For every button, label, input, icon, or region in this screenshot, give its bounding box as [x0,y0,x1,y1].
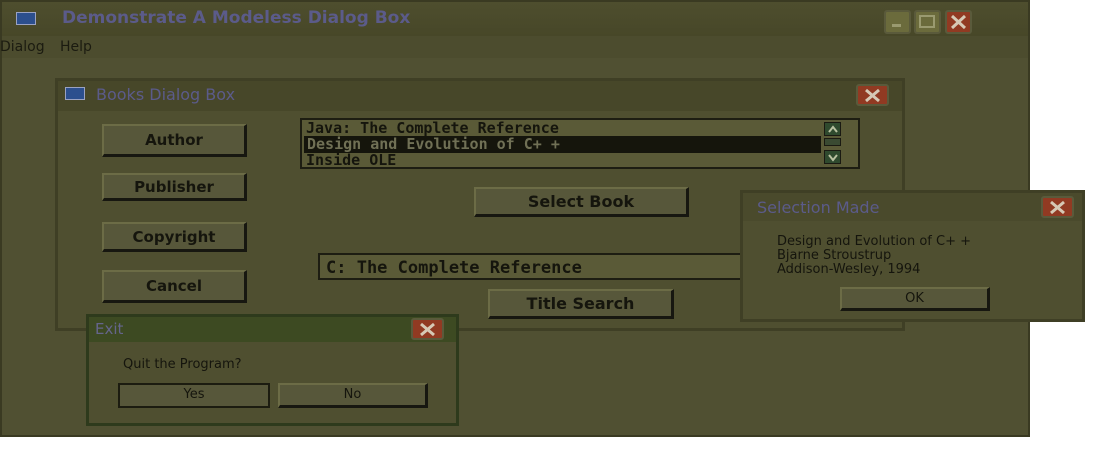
no-button[interactable]: No [278,383,428,408]
books-dialog-title-bar[interactable]: Books Dialog Box [58,81,902,111]
scrollbar-thumb[interactable] [824,138,841,146]
minimize-button[interactable] [884,10,911,34]
list-item[interactable]: Inside OLE [306,152,396,169]
select-book-button[interactable]: Select Book [474,187,689,217]
exit-dialog-title: Exit [95,320,124,338]
selection-line-publisher: Addison-Wesley, 1994 [777,262,921,277]
book-list[interactable]: Java: The Complete Reference Design and … [300,118,860,169]
yes-button[interactable]: Yes [118,383,270,408]
window-icon [16,12,36,25]
selection-dialog-title-bar[interactable]: Selection Made [743,193,1082,221]
close-icon [865,88,880,103]
copyright-button[interactable]: Copyright [102,222,247,252]
menu-dialog[interactable]: Dialog [0,39,45,55]
close-icon [420,322,435,337]
selection-line-author: Bjarne Stroustrup [777,248,892,263]
chevron-down-icon [828,154,838,162]
close-button[interactable] [945,10,972,34]
maximize-icon [919,15,935,28]
menu-bar: Dialog Help [0,36,1028,58]
selection-line-title: Design and Evolution of C+ + [777,234,972,249]
selection-dialog-title: Selection Made [757,198,880,217]
scroll-down-button[interactable] [824,150,841,164]
main-window-title: Demonstrate A Modeless Dialog Box [62,8,411,28]
minimize-icon [892,24,901,27]
chevron-up-icon [828,125,838,133]
title-search-field[interactable]: C: The Complete Reference [318,253,748,280]
publisher-button[interactable]: Publisher [102,173,247,201]
cancel-button[interactable]: Cancel [102,270,247,303]
maximize-button[interactable] [914,10,941,34]
exit-dialog-title-bar[interactable]: Exit [89,317,456,342]
scroll-up-button[interactable] [824,122,841,136]
title-search-button[interactable]: Title Search [488,289,674,319]
exit-dialog-close-button[interactable] [411,318,444,340]
exit-dialog: Exit Quit the Program? [86,314,459,426]
close-icon [950,14,967,30]
menu-help[interactable]: Help [60,39,92,55]
books-dialog-title: Books Dialog Box [96,85,236,104]
exit-message: Quit the Program? [123,357,242,372]
selection-dialog-close-button[interactable] [1041,196,1074,218]
author-button[interactable]: Author [102,124,247,157]
books-dialog-close-button[interactable] [856,84,889,106]
main-title-bar[interactable]: Demonstrate A Modeless Dialog Box [2,2,1028,36]
close-icon [1050,200,1065,215]
ok-button[interactable]: OK [840,287,990,311]
dialog-icon [65,87,85,100]
